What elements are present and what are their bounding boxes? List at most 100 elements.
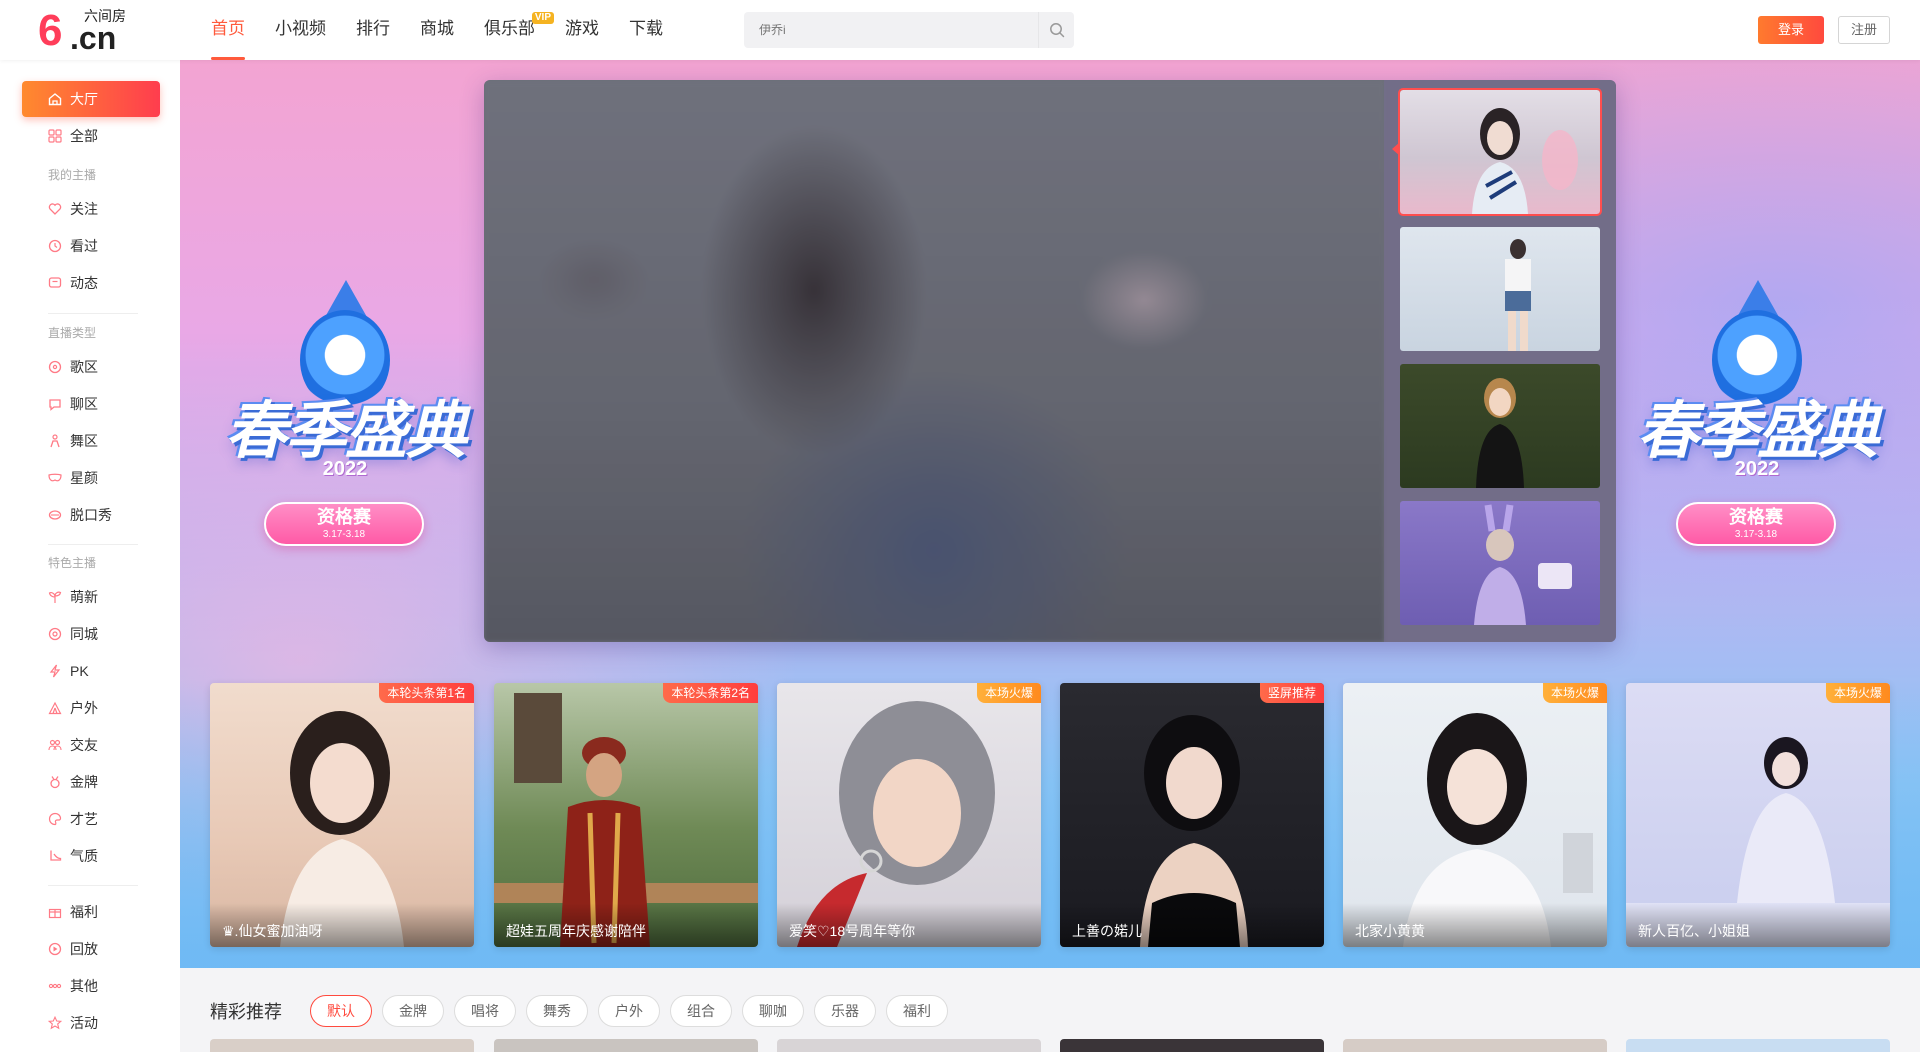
sidebar-divider: [48, 313, 138, 314]
mask-icon: [48, 473, 62, 482]
main-nav: 首页 小视频 排行 商城 俱乐部 VIP 游戏 下载: [196, 0, 678, 60]
chip-dance[interactable]: 舞秀: [526, 995, 588, 1027]
thumbnail-1[interactable]: [1398, 88, 1602, 216]
sidebar-item-watched[interactable]: 看过: [22, 228, 160, 264]
sidebar-item-gold[interactable]: 金牌: [22, 764, 160, 800]
festival-year: 2022: [1734, 458, 1780, 480]
nav-download[interactable]: 下载: [614, 0, 678, 60]
anchor-card-5[interactable]: 本场火爆 北家小黄黄: [1343, 683, 1607, 947]
recommend-title: 精彩推荐: [210, 1002, 282, 1022]
sidebar-item-events[interactable]: 活动: [22, 1005, 160, 1041]
sidebar-item-chat[interactable]: 聊区: [22, 386, 160, 422]
sidebar-item-welfare[interactable]: 福利: [22, 894, 160, 930]
sidebar-item-newbie[interactable]: 萌新: [22, 579, 160, 615]
search-button[interactable]: [1038, 12, 1074, 48]
sidebar-item-talent[interactable]: 才艺: [22, 801, 160, 837]
thumbnail-3[interactable]: [1400, 364, 1600, 488]
recommend-card-peek[interactable]: [1060, 1039, 1324, 1052]
sidebar-item-hall[interactable]: 大厅: [22, 81, 160, 117]
sidebar-item-talk-show[interactable]: 脱口秀: [22, 497, 160, 533]
sidebar-item-label: 星颜: [70, 470, 98, 486]
sidebar-item-outdoor[interactable]: 户外: [22, 690, 160, 726]
card-anchor-name: 北家小黄黄: [1343, 903, 1607, 947]
sidebar-group-live-type: 直播类型: [48, 326, 97, 340]
sidebar-item-label: 交友: [70, 737, 98, 753]
nav-home[interactable]: 首页: [196, 0, 260, 60]
recommend-card-peek[interactable]: [210, 1039, 474, 1052]
sidebar-item-temperament[interactable]: 气质: [22, 838, 160, 874]
chip-welfare[interactable]: 福利: [886, 995, 948, 1027]
recommend-card-peek[interactable]: [1626, 1039, 1890, 1052]
nav-short-video[interactable]: 小视频: [260, 0, 341, 60]
festival-logo-left[interactable]: 春季盛典 2022 资格赛 3.17-3.18: [200, 280, 490, 570]
sidebar-item-pk[interactable]: PK: [22, 653, 160, 689]
nav-games[interactable]: 游戏: [550, 0, 614, 60]
anchor-card-1[interactable]: 本轮头条第1名 ♛.仙女蜜加油呀: [210, 683, 474, 947]
festival-qualifier-pill: 资格赛 3.17-3.18: [264, 502, 424, 546]
live-video-blurred[interactable]: [484, 80, 1384, 642]
sidebar-group-my-streamers: 我的主播: [48, 168, 97, 182]
logo-domain: .cn: [70, 20, 117, 56]
sidebar-item-activity[interactable]: 动态: [22, 265, 160, 301]
sidebar-item-singing[interactable]: 歌区: [22, 349, 160, 385]
sidebar-item-star[interactable]: 星颜: [22, 460, 160, 496]
anchor-card-4[interactable]: 竖屏推荐 上善の婼儿: [1060, 683, 1324, 947]
anchor-card-3[interactable]: 本场火爆 爱笑♡18号周年等你: [777, 683, 1041, 947]
sidebar-item-social[interactable]: 交友: [22, 727, 160, 763]
chip-outdoor[interactable]: 户外: [598, 995, 660, 1027]
location-icon: [48, 627, 62, 641]
dancer-icon: [50, 434, 60, 448]
hero-banner: 春季盛典 2022 资格赛 3.17-3.18 春季盛典 2022 资格赛 3.…: [180, 60, 1920, 968]
recommend-card-peek[interactable]: [1343, 1039, 1607, 1052]
chip-instrument[interactable]: 乐器: [814, 995, 876, 1027]
anchor-card-6[interactable]: 本场火爆 新人百亿、小姐姐: [1626, 683, 1890, 947]
sidebar-item-replay[interactable]: 回放: [22, 931, 160, 967]
sidebar-item-dance[interactable]: 舞区: [22, 423, 160, 459]
chip-default[interactable]: 默认: [310, 995, 372, 1027]
sidebar-item-label: 关注: [70, 201, 98, 217]
sidebar-item-label: 动态: [70, 275, 98, 291]
play-circle-icon: [48, 942, 62, 956]
sidebar-item-label: 金牌: [70, 774, 98, 790]
nav-mall[interactable]: 商城: [405, 0, 469, 60]
chip-chat[interactable]: 聊咖: [742, 995, 804, 1027]
sidebar-item-follow[interactable]: 关注: [22, 191, 160, 227]
mouth-icon: [48, 510, 62, 520]
thumbnail-2[interactable]: [1400, 227, 1600, 351]
site-logo[interactable]: 6 .cn 六间房: [38, 8, 138, 57]
live-player[interactable]: [484, 80, 1616, 642]
anchor-card-2[interactable]: 本轮头条第2名 超娃五周年庆感谢陪伴: [494, 683, 758, 947]
recommend-card-peek[interactable]: [777, 1039, 1041, 1052]
heart-icon: [48, 203, 62, 215]
thumbnail-4[interactable]: [1400, 501, 1600, 625]
sidebar-item-label: 户外: [70, 700, 98, 716]
search-input[interactable]: [744, 12, 1034, 48]
recommend-card-peek[interactable]: [494, 1039, 758, 1052]
clock-icon: [48, 239, 62, 253]
thumbnail-image: [1472, 108, 1578, 214]
sidebar-divider: [48, 544, 138, 545]
nav-club[interactable]: 俱乐部 VIP: [469, 0, 554, 60]
chip-singer[interactable]: 唱将: [454, 995, 516, 1027]
sidebar-item-all[interactable]: 全部: [22, 118, 160, 154]
sidebar-item-same-city[interactable]: 同城: [22, 616, 160, 652]
card-hot-tag: 本场火爆: [1542, 683, 1607, 703]
nav-club-label: 俱乐部: [484, 19, 535, 38]
chip-group[interactable]: 组合: [670, 995, 732, 1027]
festival-logo-right[interactable]: 春季盛典 2022 资格赛 3.17-3.18: [1612, 280, 1902, 570]
sidebar-item-label: 气质: [70, 848, 98, 864]
sidebar-item-other[interactable]: 其他: [22, 968, 160, 1004]
sidebar-item-label: 福利: [70, 904, 98, 920]
card-anchor-name: 上善の婼儿: [1060, 903, 1324, 947]
chip-gold[interactable]: 金牌: [382, 995, 444, 1027]
sidebar-item-label: 其他: [70, 978, 98, 994]
register-button[interactable]: 注册: [1838, 16, 1890, 44]
qualifier-title: 资格赛: [1729, 507, 1783, 527]
sidebar-item-label: 才艺: [70, 811, 98, 827]
festival-year: 2022: [322, 458, 368, 480]
login-button[interactable]: 登录: [1758, 16, 1824, 44]
sidebar-group-featured: 特色主播: [48, 556, 97, 570]
nav-ranking[interactable]: 排行: [341, 0, 405, 60]
sidebar-item-label: PK: [70, 663, 89, 679]
sidebar-divider: [48, 885, 138, 886]
